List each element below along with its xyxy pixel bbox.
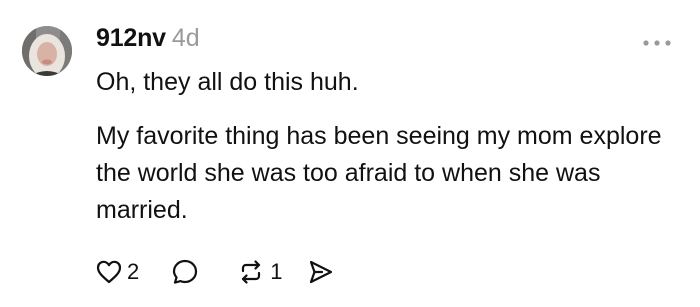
post-card: 912nv 4d Oh, they all do this huh. My fa… bbox=[0, 0, 700, 307]
post-text-paragraph-1: Oh, they all do this huh. bbox=[96, 68, 359, 96]
like-count: 2 bbox=[127, 259, 140, 284]
post-text-paragraph-2: My favorite thing has been seeing my mom… bbox=[96, 122, 662, 224]
share-button[interactable] bbox=[307, 255, 335, 289]
timestamp: 4d bbox=[171, 24, 200, 52]
more-dots-icon[interactable] bbox=[640, 36, 680, 50]
heart-icon bbox=[96, 259, 122, 285]
send-icon bbox=[307, 258, 335, 286]
like-button[interactable]: 2 bbox=[96, 255, 139, 289]
username[interactable]: 912nv bbox=[96, 24, 166, 53]
repost-button[interactable]: 1 bbox=[237, 255, 283, 289]
avatar[interactable] bbox=[22, 26, 72, 76]
action-bar: 2 1 bbox=[96, 255, 335, 289]
post-header: 912nv 4d bbox=[96, 24, 200, 60]
comment-bubble-icon bbox=[171, 258, 199, 286]
repost-count: 1 bbox=[270, 259, 283, 284]
reply-button[interactable] bbox=[171, 255, 199, 289]
repost-icon bbox=[237, 258, 265, 286]
